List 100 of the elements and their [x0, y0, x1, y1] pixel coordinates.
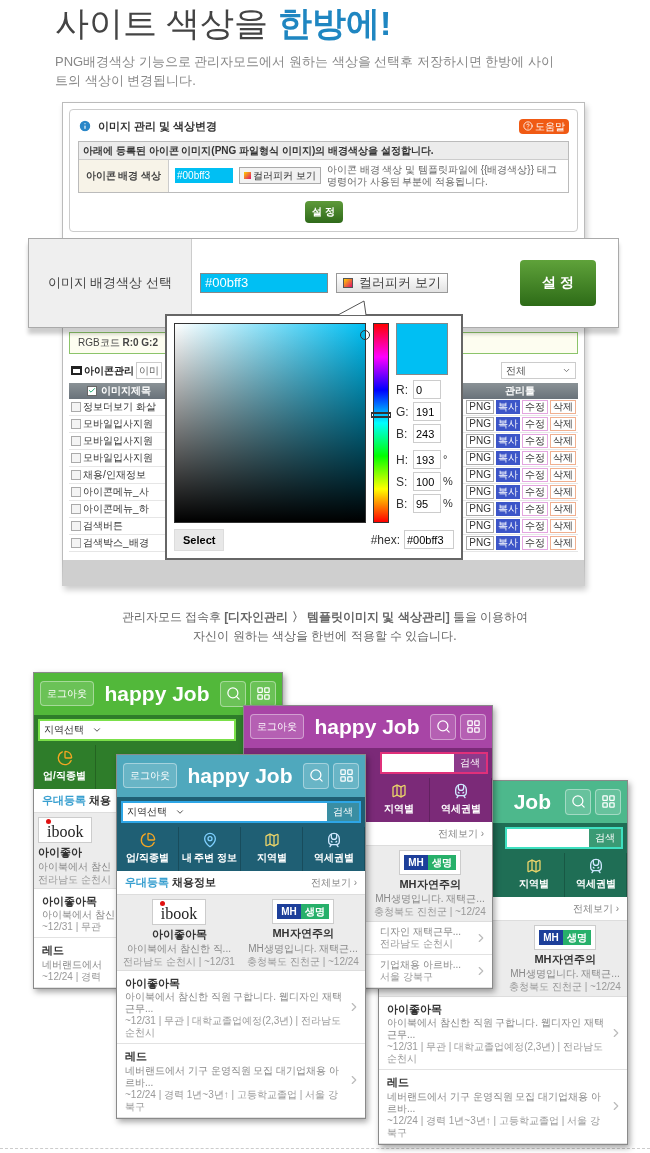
tool-button[interactable]: PNG	[466, 518, 494, 533]
tool-button[interactable]: 복사	[496, 484, 520, 499]
tool-button[interactable]: PNG	[466, 399, 494, 414]
rgb-code: RGB코드 R:0 G:2	[78, 336, 158, 350]
nav-tab[interactable]: 업/직종별	[34, 744, 96, 789]
search-bar[interactable]: 지역선택 검색	[121, 800, 361, 823]
tool-button[interactable]: 수정	[522, 467, 548, 482]
nav-tab[interactable]: 내 주변 정보	[179, 826, 241, 871]
color-picker-button[interactable]: 컬러피커 보기	[239, 167, 321, 184]
job-details: ~12/31 | 무관 | 대학교졸업예정(2,3년) | 전라남도 순천시	[387, 1041, 604, 1065]
tool-button[interactable]: 삭제	[550, 433, 576, 448]
job-summary: 네버랜드에서 기구 운영직원 모집 대기업채용 아르바...	[125, 1064, 340, 1089]
job-details: ~12/24 | 경력	[42, 970, 102, 983]
channel-field[interactable]: 243	[413, 424, 441, 443]
channel-field[interactable]: 100	[413, 472, 441, 491]
tool-button[interactable]: 복사	[496, 416, 520, 431]
region-select[interactable]: 지역선택	[40, 722, 106, 737]
job-company: 레드	[387, 1075, 409, 1090]
tool-button[interactable]: 복사	[496, 433, 520, 448]
tool-button[interactable]: 수정	[522, 518, 548, 533]
search-bar[interactable]: 검색	[380, 751, 488, 774]
tool-button[interactable]: 삭제	[550, 416, 576, 431]
notice-row: 아래에 등록된 아이콘 이미지(PNG 파일형식 이미지)의 배경색상을 설정합니다.	[79, 141, 568, 160]
image-title: 검색버튼	[83, 519, 123, 533]
tool-button[interactable]: 수정	[522, 433, 548, 448]
nav-tab[interactable]: 역세권별	[565, 852, 627, 897]
nav-tab[interactable]: 지역별	[241, 826, 303, 871]
nav-tab[interactable]: 역세권별	[430, 777, 492, 822]
company-name: MH자연주의	[272, 926, 334, 941]
nav-tab[interactable]: 업/직종별	[117, 826, 179, 871]
nav-tab[interactable]: 지역별	[368, 777, 430, 822]
image-title: 모바일입사지원	[83, 417, 153, 431]
tool-button[interactable]: 삭제	[550, 501, 576, 516]
tool-button[interactable]: 수정	[522, 535, 548, 550]
job-summary: 아이북에서 참신한 직원 구합니다. 웹디자인 재택근무...	[387, 1017, 605, 1041]
tool-button[interactable]: PNG	[466, 467, 494, 482]
channel-field[interactable]: 191	[413, 402, 441, 421]
job-company: 레드	[125, 1049, 147, 1064]
channel-label: R:	[396, 381, 409, 399]
company-name: 아이좋아목	[151, 926, 207, 942]
search-bar[interactable]: 지역선택	[38, 718, 236, 741]
tool-button[interactable]: 복사	[496, 501, 520, 516]
tool-button[interactable]: 수정	[522, 399, 548, 414]
job-company: 아이좋아목	[125, 975, 180, 991]
save-button[interactable]: 설 정	[304, 200, 343, 223]
caption-text: 자신이 원하는 색상을 한번에 적용할 수 있습니다.	[193, 627, 457, 645]
job-summary: 네버랜드에서 기구 운영직원 모집 대기업채용 아르바...	[387, 1090, 602, 1115]
tool-button[interactable]: 복사	[496, 518, 520, 533]
channel-field[interactable]: 95	[413, 494, 441, 513]
job-summary: 아이북에서 참신한 직...	[127, 943, 231, 955]
color-picker-button[interactable]: 컬러피커 보기	[336, 272, 448, 293]
tool-button[interactable]: PNG	[466, 484, 494, 499]
hex-label: #hex:	[370, 531, 400, 549]
app-logo: Job	[513, 788, 551, 815]
tool-button[interactable]: PNG	[466, 450, 494, 465]
tool-button[interactable]: 삭제	[550, 518, 576, 533]
tool-button[interactable]: 수정	[522, 416, 548, 431]
save-button[interactable]: 설 정	[519, 259, 596, 306]
tool-button[interactable]: PNG	[466, 501, 494, 516]
tool-button[interactable]: 수정	[522, 450, 548, 465]
channel-field[interactable]: 0	[413, 380, 441, 399]
tool-button[interactable]: 삭제	[550, 484, 576, 499]
job-company: 아이좋아목	[42, 893, 97, 909]
job-summary: 네버랜드에서	[42, 958, 102, 971]
image-title: 정보더보기 화살	[83, 400, 156, 414]
hex-field[interactable]: #00bff3	[404, 530, 454, 550]
select-button[interactable]: Select	[174, 528, 225, 551]
search-submit[interactable]: 검색	[454, 753, 486, 772]
nav-tab[interactable]: 지역별	[503, 852, 565, 897]
unit-label: %	[443, 496, 453, 512]
job-company: 아이좋아목	[387, 1001, 442, 1017]
channel-field[interactable]: 193	[413, 450, 441, 469]
job-location: 전라남도 순천시 | ~12/31	[123, 956, 235, 968]
view-all-link[interactable]: 전체보기 ›	[310, 874, 357, 890]
tool-button[interactable]: 삭제	[550, 535, 576, 550]
tool-button[interactable]: PNG	[466, 416, 494, 431]
filter-select[interactable]: 전체	[501, 361, 576, 379]
tool-button[interactable]: 수정	[522, 484, 548, 499]
region-select[interactable]: 지역선택	[123, 804, 189, 819]
tool-button[interactable]: 복사	[496, 535, 520, 550]
tool-button[interactable]: PNG	[466, 433, 494, 448]
logout-button[interactable]: 로그아웃	[250, 714, 304, 739]
job-details: 서울 강북구	[380, 970, 433, 983]
nav-tab[interactable]: 역세권별	[303, 826, 365, 871]
tool-button[interactable]: 수정	[522, 501, 548, 516]
tool-button[interactable]: 복사	[496, 450, 520, 465]
tool-button[interactable]: 복사	[496, 399, 520, 414]
search-field[interactable]: 이미	[136, 361, 162, 379]
company-name: MH자연주의	[399, 876, 461, 892]
tool-button[interactable]: 삭제	[550, 450, 576, 465]
tool-button[interactable]: 복사	[496, 467, 520, 482]
job-summary: 디자인 재택근무...	[380, 925, 462, 938]
view-all-link[interactable]: 전체보기 ›	[437, 825, 484, 841]
company-logo: ibook	[38, 816, 93, 843]
view-all-link[interactable]: 전체보기 ›	[572, 900, 619, 916]
search-submit[interactable]: 검색	[327, 802, 359, 821]
image-title: 모바일입사지원	[83, 451, 153, 465]
tool-button[interactable]: 삭제	[550, 399, 576, 414]
tool-button[interactable]: PNG	[466, 535, 494, 550]
tool-button[interactable]: 삭제	[550, 467, 576, 482]
